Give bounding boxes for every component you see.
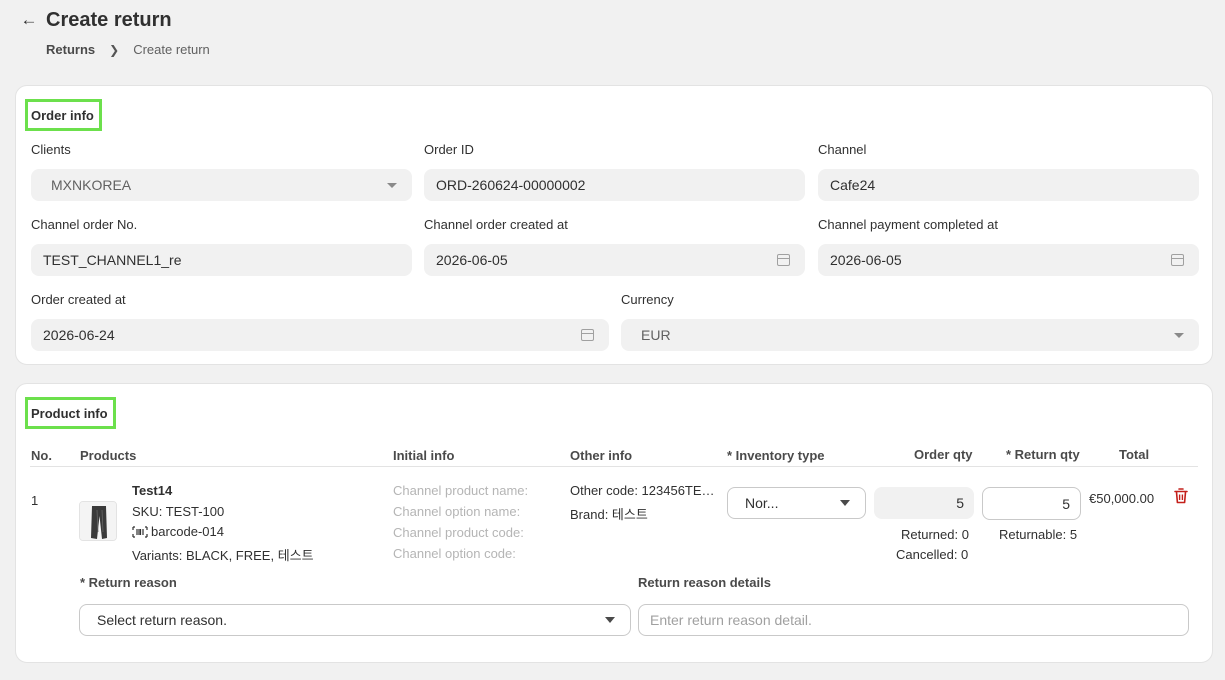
product-info-card: Product info No. Products Initial info O… (15, 383, 1213, 663)
channel-payment-completed-label: Channel payment completed at (818, 217, 998, 232)
chevron-down-icon (840, 500, 850, 506)
chevron-down-icon (387, 182, 397, 188)
row-number: 1 (31, 493, 39, 508)
row-total: €50,000.00 (1089, 491, 1155, 506)
return-reason-placeholder: Select return reason. (97, 612, 227, 628)
channel-option-code-label: Channel option code: (393, 546, 516, 561)
breadcrumb: Returns ❯ Create return (46, 42, 210, 57)
channel-order-no-label: Channel order No. (31, 217, 138, 232)
channel-label: Channel (818, 142, 867, 157)
product-name: Test14 (132, 483, 173, 498)
currency-value: EUR (641, 327, 671, 343)
product-thumbnail (79, 501, 117, 541)
order-created-label: Order created at (31, 292, 126, 307)
barcode-icon (132, 525, 148, 538)
order-qty-field: 5 (874, 487, 974, 519)
back-arrow-icon[interactable]: ← (20, 10, 38, 29)
product-info-title: Product info (25, 397, 116, 429)
breadcrumb-current: Create return (133, 42, 210, 57)
column-header-return-qty: * Return qty (1006, 447, 1080, 462)
breadcrumb-returns-link[interactable]: Returns (46, 42, 95, 57)
order-id-field: ORD-260624-00000002 (424, 169, 805, 201)
currency-select: EUR (621, 319, 1199, 351)
channel-option-name-label: Channel option name: (393, 504, 521, 519)
return-reason-label: * Return reason (80, 575, 177, 590)
channel-order-created-value: 2026-06-05 (436, 252, 508, 268)
chevron-down-icon (605, 617, 615, 623)
column-header-other-info: Other info (570, 448, 633, 463)
calendar-icon (777, 254, 790, 266)
return-qty-input[interactable] (982, 487, 1081, 520)
channel-value: Cafe24 (830, 177, 876, 193)
barcode-value: barcode-014 (151, 524, 224, 539)
brand: Brand: 테스트 (570, 507, 648, 522)
currency-label: Currency (621, 292, 674, 307)
clients-label: Clients (31, 142, 71, 157)
order-info-card: Order info Clients MXNKOREA Order ID ORD… (15, 85, 1213, 365)
product-barcode: barcode-014 (132, 524, 224, 539)
channel-order-no-value: TEST_CHANNEL1_re (43, 252, 182, 268)
clients-value: MXNKOREA (51, 177, 132, 193)
returnable-count: Returnable: 5 (999, 527, 1078, 542)
channel-payment-completed-field: 2026-06-05 (818, 244, 1199, 276)
page-title: Create return (46, 9, 172, 31)
column-header-inventory-type: * Inventory type (727, 448, 825, 463)
channel-order-created-label: Channel order created at (424, 217, 568, 232)
column-header-initial-info: Initial info (393, 448, 455, 463)
inventory-type-select[interactable]: Nor... (727, 487, 866, 519)
product-variants: Variants: BLACK, FREE, 테스트 (132, 548, 314, 563)
chevron-down-icon (1174, 332, 1184, 338)
calendar-icon (1171, 254, 1184, 266)
other-code: Other code: 123456TE… (570, 483, 715, 498)
chevron-right-icon: ❯ (109, 42, 120, 57)
return-reason-details-label: Return reason details (638, 575, 771, 590)
channel-payment-completed-value: 2026-06-05 (830, 252, 902, 268)
column-header-products: Products (80, 448, 137, 463)
order-id-label: Order ID (424, 142, 474, 157)
order-info-title: Order info (25, 99, 102, 131)
channel-product-name-label: Channel product name: (393, 483, 529, 498)
order-created-field: 2026-06-24 (31, 319, 609, 351)
returned-count: Returned: 0 (901, 527, 969, 542)
column-header-no: No. (31, 448, 52, 463)
inventory-type-value: Nor... (745, 495, 779, 511)
order-created-value: 2026-06-24 (43, 327, 115, 343)
cancelled-count: Cancelled: 0 (896, 547, 969, 562)
return-reason-details-input[interactable] (638, 604, 1189, 636)
trash-icon[interactable] (1174, 488, 1188, 504)
product-sku: SKU: TEST-100 (132, 504, 225, 519)
channel-product-code-label: Channel product code: (393, 525, 524, 540)
return-reason-select[interactable]: Select return reason. (79, 604, 631, 636)
channel-field: Cafe24 (818, 169, 1199, 201)
order-qty-value: 5 (956, 495, 964, 511)
table-header-divider (30, 466, 1198, 467)
column-header-order-qty: Order qty (914, 447, 973, 462)
order-id-value: ORD-260624-00000002 (436, 177, 586, 193)
clients-select: MXNKOREA (31, 169, 412, 201)
channel-order-no-field: TEST_CHANNEL1_re (31, 244, 412, 276)
channel-order-created-field: 2026-06-05 (424, 244, 805, 276)
column-header-total: Total (1119, 447, 1150, 462)
calendar-icon (581, 329, 594, 341)
